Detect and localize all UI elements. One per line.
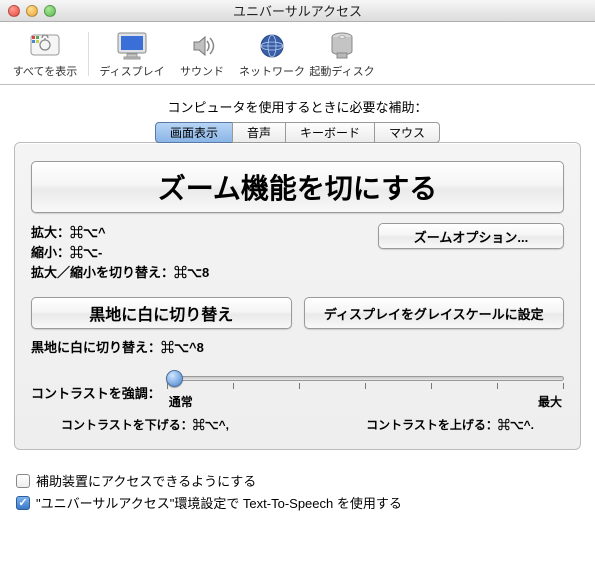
seeing-panel: ズーム機能を切にする 拡大：⌘⌥^ 縮小：⌘⌥- 拡大／縮小を切り替え：⌘⌥8 … <box>14 142 581 450</box>
invert-shortcut: 黒地に白に切り替え：⌘⌥^8 <box>31 337 564 356</box>
toolbar-display-label: ディスプレイ <box>99 63 164 79</box>
panel-heading: コンピュータを使用するときに必要な補助： <box>0 97 595 116</box>
assistive-label: 補助装置にアクセスできるようにする <box>36 471 256 490</box>
zoom-toggle-button[interactable]: ズーム機能を切にする <box>31 161 564 213</box>
display-icon <box>115 29 149 63</box>
toolbar-startup[interactable]: 起動ディスク <box>307 29 377 79</box>
tab-bar: 画面表示 音声 キーボード マウス <box>0 122 595 143</box>
contrast-max: 最大 <box>538 393 562 410</box>
tts-label: "ユニバーサルアクセス"環境設定で Text-To-Speech を使用する <box>36 493 402 512</box>
tts-checkbox[interactable] <box>16 496 30 510</box>
zoom-in-shortcut: 拡大：⌘⌥^ <box>31 223 209 243</box>
network-icon <box>255 29 289 63</box>
assistive-checkbox[interactable] <box>16 474 30 488</box>
contrast-min: 通常 <box>169 393 193 410</box>
toolbar-showall-label: すべてを表示 <box>13 63 78 79</box>
toolbar-showall[interactable]: すべてを表示 <box>10 29 80 79</box>
contrast-increase-shortcut: コントラストを上げる：⌘⌥^. <box>366 416 534 433</box>
toolbar-separator <box>88 32 89 76</box>
toolbar-sound[interactable]: サウンド <box>167 29 237 79</box>
zoom-options-button[interactable]: ズームオプション... <box>378 223 564 249</box>
toolbar-sound-label: サウンド <box>180 63 224 79</box>
sound-icon <box>185 29 219 63</box>
zoom-out-shortcut: 縮小：⌘⌥- <box>31 243 209 263</box>
invert-colors-button[interactable]: 黒地に白に切り替え <box>31 297 292 329</box>
toolbar-network[interactable]: ネットワーク <box>237 29 307 79</box>
tab-hearing[interactable]: 音声 <box>232 122 286 143</box>
toolbar-network-label: ネットワーク <box>239 63 305 79</box>
toolbar-startup-label: 起動ディスク <box>309 63 374 79</box>
toolbar-display[interactable]: ディスプレイ <box>97 29 167 79</box>
tab-mouse[interactable]: マウス <box>374 122 440 143</box>
toolbar: すべてを表示 ディスプレイ サウンド <box>0 22 595 85</box>
footer: 補助装置にアクセスできるようにする "ユニバーサルアクセス"環境設定で Text… <box>0 462 595 521</box>
contrast-slider[interactable]: 通常 最大 <box>167 374 564 410</box>
zoom-toggle-shortcut: 拡大／縮小を切り替え：⌘⌥8 <box>31 263 209 283</box>
titlebar: ユニバーサルアクセス <box>0 0 595 22</box>
zoom-shortcuts: 拡大：⌘⌥^ 縮小：⌘⌥- 拡大／縮小を切り替え：⌘⌥8 <box>31 223 209 283</box>
tab-keyboard[interactable]: キーボード <box>285 122 375 143</box>
showall-icon <box>28 29 62 63</box>
grayscale-button[interactable]: ディスプレイをグレイスケールに設定 <box>304 297 565 329</box>
contrast-label: コントラストを強調： <box>31 383 161 402</box>
window-title: ユニバーサルアクセス <box>0 1 595 20</box>
contrast-decrease-shortcut: コントラストを下げる：⌘⌥^, <box>61 416 229 433</box>
tab-seeing[interactable]: 画面表示 <box>155 122 233 143</box>
startup-disk-icon <box>325 29 359 63</box>
